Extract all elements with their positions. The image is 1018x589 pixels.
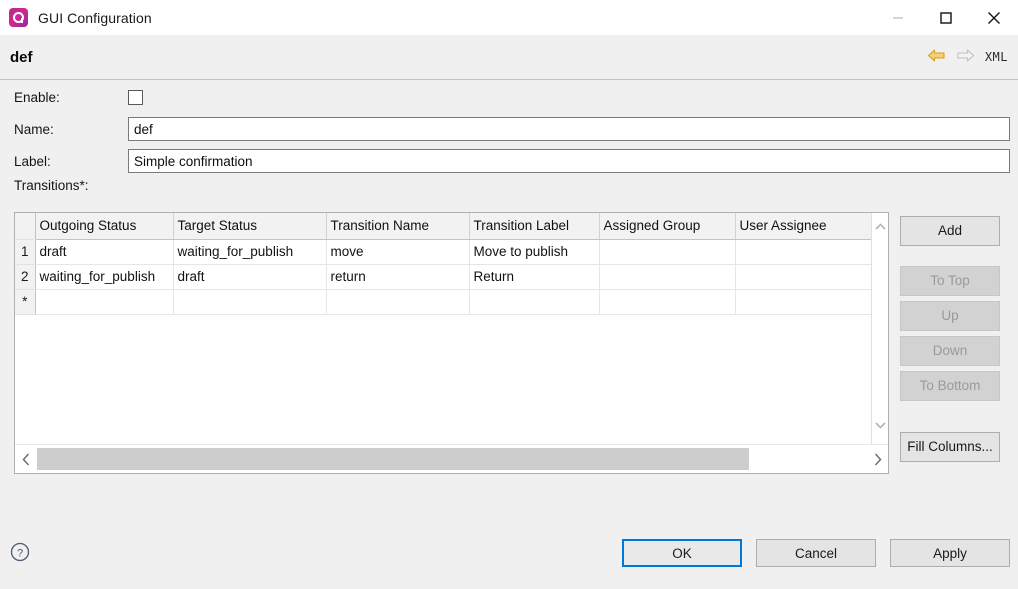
transitions-label: Transitions*: [14, 178, 89, 193]
ok-button[interactable]: OK [622, 539, 742, 567]
cell-target-status[interactable] [173, 289, 327, 315]
window-titlebar: GUI Configuration [0, 0, 1018, 35]
add-button[interactable]: Add [900, 216, 1000, 246]
cell-user-assignee[interactable] [735, 264, 873, 290]
column-header-transition-name[interactable]: Transition Name [326, 213, 470, 240]
label-row: Label: [0, 145, 1018, 177]
table-row[interactable]: 1 draft waiting_for_publish move Move to… [15, 239, 873, 265]
row-number-header [15, 213, 36, 240]
cell-target-status[interactable]: waiting_for_publish [173, 239, 327, 265]
cell-transition-label[interactable]: Return [469, 264, 600, 290]
horizontal-scroll-track[interactable] [37, 445, 866, 473]
cell-user-assignee[interactable] [735, 239, 873, 265]
fill-columns-button[interactable]: Fill Columns... [900, 432, 1000, 462]
enable-row: Enable: [0, 81, 1018, 113]
table-action-buttons: Add To Top Up Down To Bottom Fill Column… [900, 216, 1000, 462]
enable-checkbox[interactable] [128, 89, 143, 105]
to-bottom-button: To Bottom [900, 371, 1000, 401]
page-header: def XML [0, 35, 1018, 80]
row-number: 1 [15, 239, 36, 265]
minimize-icon[interactable] [874, 0, 922, 35]
header-tools: XML [927, 48, 1008, 66]
window-title: GUI Configuration [38, 9, 152, 26]
cell-assigned-group[interactable] [599, 239, 736, 265]
scroll-right-icon[interactable] [866, 445, 888, 473]
scroll-down-icon[interactable] [872, 417, 888, 433]
back-arrow-icon[interactable] [927, 48, 946, 66]
table-horizontal-scrollbar[interactable] [15, 444, 888, 473]
scroll-left-icon[interactable] [15, 445, 37, 473]
enable-label: Enable: [14, 89, 60, 105]
table-new-row[interactable]: * [15, 289, 873, 315]
form-area: Enable: Name: Label: Transitions*: [0, 81, 1018, 199]
app-logo-icon [9, 8, 28, 27]
maximize-icon[interactable] [922, 0, 970, 35]
cell-transition-name[interactable]: move [326, 239, 470, 265]
column-header-outgoing-status[interactable]: Outgoing Status [35, 213, 174, 240]
cell-outgoing-status[interactable]: draft [35, 239, 174, 265]
row-number: 2 [15, 264, 36, 290]
cell-transition-label[interactable] [469, 289, 600, 315]
name-row: Name: [0, 113, 1018, 145]
svg-text:?: ? [17, 548, 23, 560]
scroll-up-icon[interactable] [872, 219, 888, 235]
up-button: Up [900, 301, 1000, 331]
column-header-user-assignee[interactable]: User Assignee [735, 213, 873, 240]
cell-outgoing-status[interactable]: waiting_for_publish [35, 264, 174, 290]
table-row[interactable]: 2 waiting_for_publish draft return Retur… [15, 264, 873, 290]
transitions-table: Outgoing Status Target Status Transition… [15, 213, 873, 315]
label-label: Label: [14, 153, 51, 169]
cell-target-status[interactable]: draft [173, 264, 327, 290]
page-title: def [10, 48, 33, 66]
column-header-target-status[interactable]: Target Status [173, 213, 327, 240]
table-header-row: Outgoing Status Target Status Transition… [15, 213, 873, 240]
dialog-footer-buttons: OK Cancel Apply [622, 539, 1010, 567]
window-controls [874, 0, 1018, 35]
new-row-marker: * [15, 289, 36, 315]
horizontal-scroll-thumb[interactable] [37, 448, 749, 470]
down-button: Down [900, 336, 1000, 366]
column-header-assigned-group[interactable]: Assigned Group [599, 213, 736, 240]
help-icon[interactable]: ? [10, 542, 30, 562]
table-vertical-scrollbar[interactable] [871, 213, 888, 445]
name-input[interactable] [128, 117, 1010, 141]
name-label: Name: [14, 121, 54, 137]
column-header-transition-label[interactable]: Transition Label [469, 213, 600, 240]
xml-link[interactable]: XML [985, 50, 1008, 64]
cell-user-assignee[interactable] [735, 289, 873, 315]
label-input[interactable] [128, 149, 1010, 173]
cell-assigned-group[interactable] [599, 264, 736, 290]
cell-transition-label[interactable]: Move to publish [469, 239, 600, 265]
transitions-table-container: Outgoing Status Target Status Transition… [14, 212, 889, 474]
cell-transition-name[interactable]: return [326, 264, 470, 290]
close-icon[interactable] [970, 0, 1018, 35]
cell-outgoing-status[interactable] [35, 289, 174, 315]
forward-arrow-icon [956, 48, 975, 66]
cell-transition-name[interactable] [326, 289, 470, 315]
cell-assigned-group[interactable] [599, 289, 736, 315]
cancel-button[interactable]: Cancel [756, 539, 876, 567]
apply-button[interactable]: Apply [890, 539, 1010, 567]
to-top-button: To Top [900, 266, 1000, 296]
transitions-grid: Outgoing Status Target Status Transition… [15, 213, 873, 445]
